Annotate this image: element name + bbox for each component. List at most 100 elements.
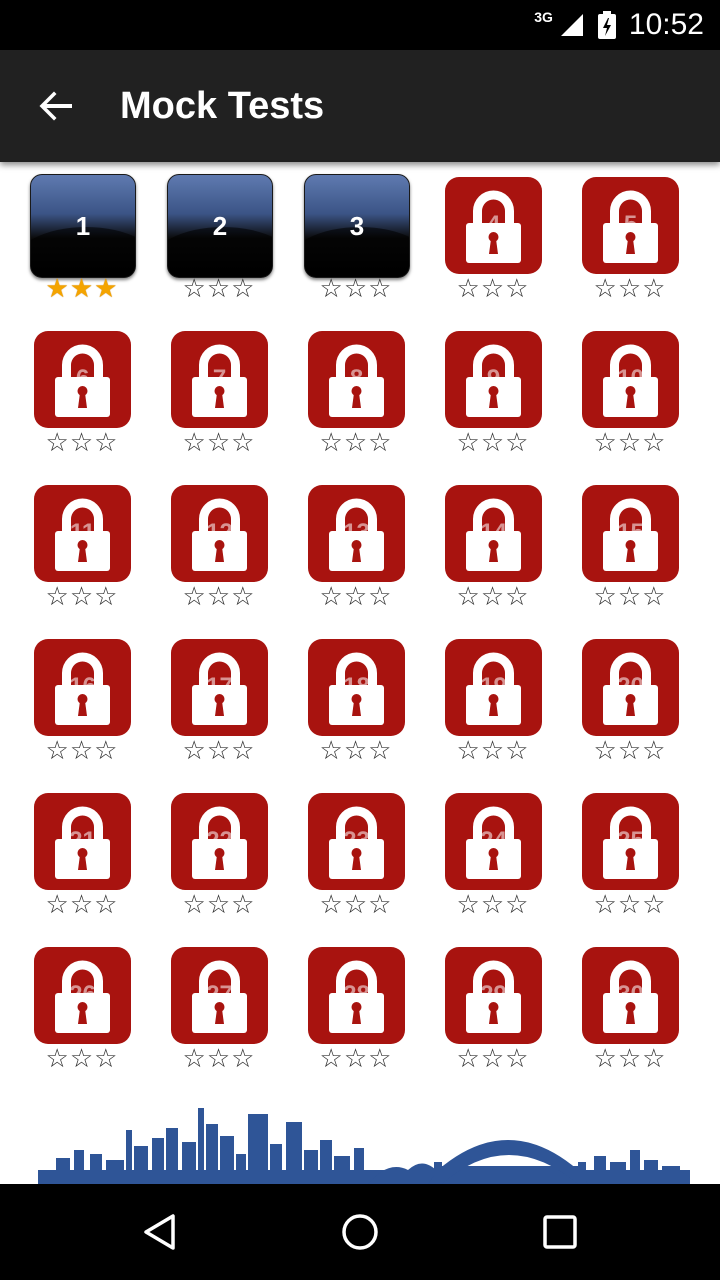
level-cell-16[interactable]: 16 ☆☆☆ (20, 634, 157, 764)
star-empty-icon: ☆ (45, 581, 70, 611)
app-toolbar: Mock Tests (0, 50, 720, 162)
level-cell-24[interactable]: 24 ☆☆☆ (431, 788, 568, 918)
triangle-back-icon (144, 1214, 175, 1250)
star-empty-icon: ☆ (319, 735, 344, 765)
level-cell-11[interactable]: 11 ☆☆☆ (20, 480, 157, 610)
star-rating: ☆☆☆ (294, 274, 418, 302)
level-cell-18[interactable]: 18 ☆☆☆ (294, 634, 431, 765)
star-empty-icon: ☆ (505, 735, 530, 765)
star-rating: ☆☆☆ (157, 890, 281, 918)
locked-level-button[interactable]: 11 (34, 485, 131, 582)
level-cell-30[interactable]: 30 ☆☆☆ (568, 942, 705, 1073)
locked-level-button[interactable]: 19 (445, 639, 542, 736)
locked-level-button[interactable]: 23 (308, 793, 405, 890)
locked-level-button[interactable]: 10 (582, 331, 679, 428)
level-cell-1[interactable]: 1 ★★★ (20, 172, 157, 303)
level-cell-2[interactable]: 2 ☆☆☆ (157, 172, 294, 303)
star-empty-icon: ☆ (480, 273, 506, 303)
locked-level-button[interactable]: 4 (445, 177, 542, 274)
locked-level-button[interactable]: 29 (445, 947, 542, 1044)
level-cell-14[interactable]: 14 ☆☆☆ (431, 480, 568, 610)
star-filled-icon: ★ (94, 273, 119, 303)
star-empty-icon: ☆ (642, 581, 667, 611)
star-empty-icon: ☆ (69, 581, 95, 611)
level-cell-8[interactable]: 8 ☆☆☆ (294, 326, 431, 456)
back-button[interactable] (28, 78, 84, 134)
locked-level-button[interactable]: 14 (445, 485, 542, 582)
unlocked-level-button[interactable]: 3 (304, 174, 410, 278)
nav-back-button[interactable] (132, 1204, 188, 1260)
star-rating: ☆☆☆ (568, 582, 692, 610)
star-empty-icon: ☆ (480, 427, 506, 457)
level-cell-12[interactable]: 12 ☆☆☆ (157, 480, 294, 611)
level-cell-10[interactable]: 10 ☆☆☆ (568, 326, 705, 456)
level-cell-5[interactable]: 5 ☆☆☆ (568, 172, 705, 303)
star-empty-icon: ☆ (231, 273, 256, 303)
star-empty-icon: ☆ (182, 427, 207, 457)
locked-level-button[interactable]: 30 (582, 947, 679, 1044)
locked-level-button[interactable]: 13 (308, 485, 405, 582)
nav-recents-button[interactable] (532, 1204, 588, 1260)
star-empty-icon: ☆ (593, 273, 618, 303)
star-empty-icon: ☆ (231, 427, 256, 457)
locked-level-button[interactable]: 21 (34, 793, 131, 890)
locked-level-button[interactable]: 22 (171, 793, 268, 890)
star-empty-icon: ☆ (593, 581, 618, 611)
level-cell-23[interactable]: 23 ☆☆☆ (294, 788, 431, 918)
locked-level-button[interactable]: 6 (34, 331, 131, 428)
locked-level-button[interactable]: 8 (308, 331, 405, 428)
star-rating: ☆☆☆ (568, 736, 692, 764)
level-number: 5 (623, 211, 638, 238)
locked-level-button[interactable]: 27 (171, 947, 268, 1044)
star-empty-icon: ☆ (368, 735, 393, 765)
locked-level-button[interactable]: 15 (582, 485, 679, 582)
star-empty-icon: ☆ (182, 273, 207, 303)
locked-level-button[interactable]: 18 (308, 639, 405, 736)
locked-level-button[interactable]: 5 (582, 177, 679, 274)
star-rating: ☆☆☆ (431, 736, 555, 764)
level-cell-4[interactable]: 4 ☆☆☆ (431, 172, 568, 303)
level-cell-3[interactable]: 3 ☆☆☆ (294, 172, 431, 302)
unlocked-level-button[interactable]: 2 (167, 174, 273, 278)
signal-icon (560, 14, 583, 36)
star-empty-icon: ☆ (505, 1043, 530, 1073)
level-cell-15[interactable]: 15 ☆☆☆ (568, 480, 705, 610)
level-cell-6[interactable]: 6 ☆☆☆ (20, 326, 157, 456)
star-rating: ☆☆☆ (294, 890, 418, 918)
locked-level-button[interactable]: 24 (445, 793, 542, 890)
locked-level-button[interactable]: 26 (34, 947, 131, 1044)
level-cell-13[interactable]: 13 ☆☆☆ (294, 480, 431, 610)
star-rating: ☆☆☆ (20, 890, 144, 918)
locked-level-button[interactable]: 25 (582, 793, 679, 890)
level-cell-21[interactable]: 21 ☆☆☆ (20, 788, 157, 918)
level-cell-27[interactable]: 27 ☆☆☆ (157, 942, 294, 1072)
star-rating: ☆☆☆ (20, 582, 144, 610)
level-cell-28[interactable]: 28 ☆☆☆ (294, 942, 431, 1073)
locked-level-button[interactable]: 17 (171, 639, 268, 736)
level-grid-area: 1 ★★★ 2 ☆☆☆ 3 ☆☆☆ 4 ☆☆☆ 5 ☆☆☆ 6 ☆☆☆ 7 ☆☆☆ 8 ☆☆☆ 9 ☆☆☆ 10 ☆☆… (0, 162, 720, 1184)
locked-level-button[interactable]: 16 (34, 639, 131, 736)
level-cell-26[interactable]: 26 ☆☆☆ (20, 942, 157, 1072)
level-cell-22[interactable]: 22 ☆☆☆ (157, 788, 294, 918)
nav-home-button[interactable] (332, 1204, 388, 1260)
star-empty-icon: ☆ (231, 581, 256, 611)
level-cell-20[interactable]: 20 ☆☆☆ (568, 634, 705, 764)
level-cell-9[interactable]: 9 ☆☆☆ (431, 326, 568, 457)
locked-level-button[interactable]: 20 (582, 639, 679, 736)
locked-level-button[interactable]: 12 (171, 485, 268, 582)
locked-level-button[interactable]: 28 (308, 947, 405, 1044)
level-cell-7[interactable]: 7 ☆☆☆ (157, 326, 294, 457)
unlocked-level-button[interactable]: 1 (30, 174, 136, 278)
star-empty-icon: ☆ (343, 1043, 369, 1073)
star-empty-icon: ☆ (456, 735, 481, 765)
star-empty-icon: ☆ (593, 1043, 618, 1073)
star-rating: ☆☆☆ (157, 736, 281, 764)
locked-level-button[interactable]: 9 (445, 331, 542, 428)
star-empty-icon: ☆ (505, 427, 530, 457)
level-cell-17[interactable]: 17 ☆☆☆ (157, 634, 294, 764)
level-cell-29[interactable]: 29 ☆☆☆ (431, 942, 568, 1073)
locked-level-button[interactable]: 7 (171, 331, 268, 428)
level-cell-25[interactable]: 25 ☆☆☆ (568, 788, 705, 918)
star-rating: ☆☆☆ (431, 582, 555, 610)
level-cell-19[interactable]: 19 ☆☆☆ (431, 634, 568, 764)
